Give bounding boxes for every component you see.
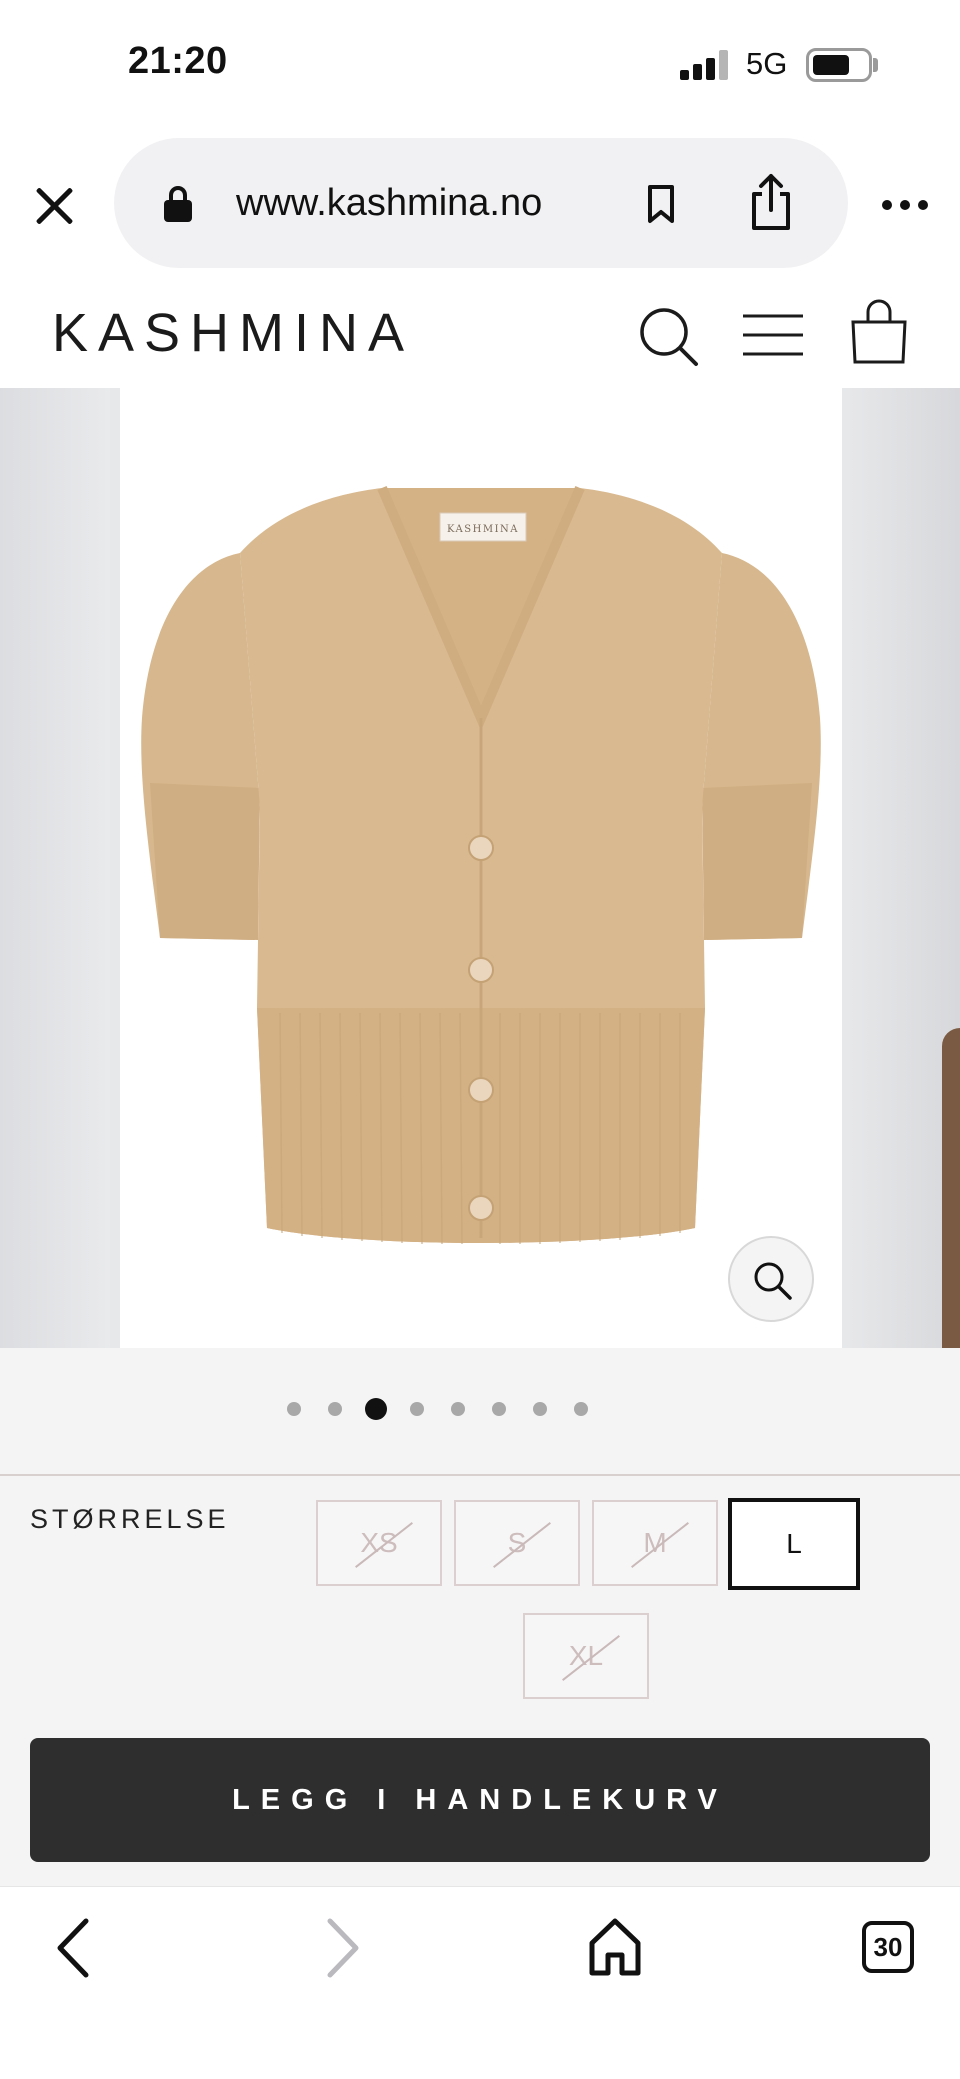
size-selector: STØRRELSE XS S M L XL LEGG I HANDLEKURV [0,1476,960,1886]
add-to-cart-button[interactable]: LEGG I HANDLEKURV [30,1738,930,1862]
site-logo[interactable]: KASHMINA [52,302,414,364]
status-bar: 21:20 5G [0,0,960,130]
search-icon[interactable] [638,306,700,368]
address-bar[interactable]: www.kashmina.no [114,138,848,268]
close-icon[interactable] [30,180,80,230]
gallery-pagination [0,1348,960,1474]
size-option-xs[interactable]: XS [316,1500,442,1586]
network-type: 5G [746,46,788,81]
lock-icon [164,186,192,222]
size-option-l[interactable]: L [728,1498,860,1590]
zoom-icon [754,1262,792,1300]
size-option-m[interactable]: M [592,1500,718,1586]
tabs-count-button[interactable]: 30 [862,1921,914,1973]
share-icon[interactable] [746,172,796,232]
browser-bar: www.kashmina.no [0,130,960,280]
home-icon[interactable] [588,1917,642,1977]
size-option-xl[interactable]: XL [523,1613,649,1699]
cardigan-image: KASHMINA [141,486,821,1245]
battery-cap [873,58,878,72]
back-icon[interactable] [52,1917,92,1979]
bookmark-icon[interactable] [646,184,676,224]
url-text[interactable]: www.kashmina.no [236,182,542,225]
gallery-dot[interactable] [450,1402,465,1416]
product-image[interactable]: KASHMINA [120,388,842,1348]
next-product-image[interactable] [850,388,960,1348]
more-options-icon[interactable] [880,198,930,212]
gallery-dot[interactable] [286,1402,301,1416]
size-label: STØRRELSE [30,1504,230,1534]
size-option-s[interactable]: S [454,1500,580,1586]
site-header: KASHMINA [0,280,960,388]
zoom-button[interactable] [728,1236,814,1322]
shopping-bag-icon[interactable] [848,298,910,364]
browser-toolbar: 30 [0,1886,960,2079]
garment-label-text: KASHMINA [447,524,519,535]
battery-icon [806,48,872,82]
signal-icon [680,50,730,80]
menu-icon[interactable] [742,310,804,360]
gallery-dot[interactable] [532,1402,547,1416]
previous-product-image[interactable] [0,388,110,1348]
gallery-dot-active[interactable] [364,1398,387,1420]
status-time: 21:20 [128,40,228,82]
product-gallery[interactable]: KASHMINA [0,388,960,1348]
gallery-dot[interactable] [327,1402,342,1416]
gallery-dot[interactable] [409,1402,424,1416]
gallery-dot[interactable] [491,1402,506,1416]
gallery-dot[interactable] [573,1402,588,1416]
forward-icon[interactable] [324,1917,364,1979]
